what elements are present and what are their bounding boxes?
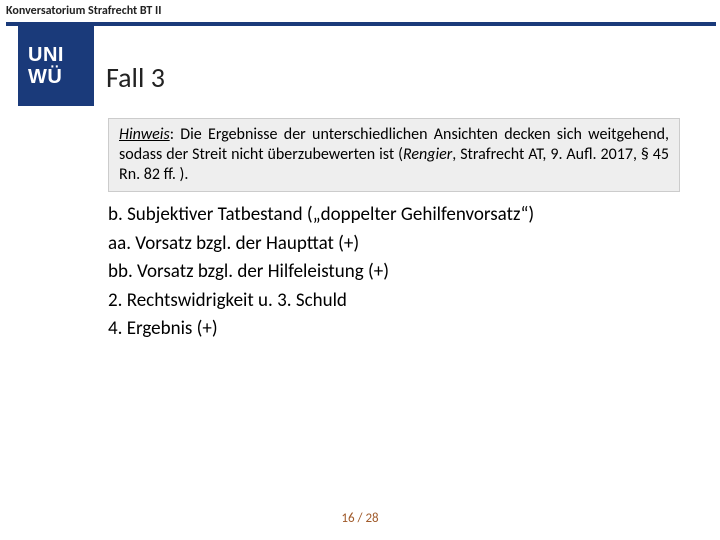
page-sep: / xyxy=(355,511,366,526)
page-number: 16 / 28 xyxy=(0,511,720,526)
outline-line: bb. Vorsatz bzgl. der Hilfeleistung (+) xyxy=(108,259,688,286)
outline-line: aa. Vorsatz bzgl. der Haupttat (+) xyxy=(108,231,688,258)
header-rule xyxy=(6,22,716,26)
logo-line-2: WÜ xyxy=(28,66,62,88)
university-logo: UNI WÜ xyxy=(18,26,94,106)
page-current: 16 xyxy=(341,511,354,526)
course-header: Konversatorium Strafrecht BT II xyxy=(6,4,161,18)
page-total: 28 xyxy=(365,511,378,526)
outline-line: 2. Rechtswidrigkeit u. 3. Schuld xyxy=(108,288,688,315)
hint-box: Hinweis: Die Ergebnisse der unterschiedl… xyxy=(108,118,680,192)
outline-line: 4. Ergebnis (+) xyxy=(108,316,688,343)
logo-line-1: UNI xyxy=(28,44,64,66)
hint-lead: Hinweis xyxy=(119,125,170,144)
slide: Konversatorium Strafrecht BT II UNI WÜ F… xyxy=(0,0,720,540)
outline-line: b. Subjektiver Tatbestand („doppelter Ge… xyxy=(108,202,688,229)
hint-reference-author: Rengier xyxy=(403,145,452,164)
outline-body: b. Subjektiver Tatbestand („doppelter Ge… xyxy=(108,202,688,345)
slide-title: Fall 3 xyxy=(106,60,165,95)
